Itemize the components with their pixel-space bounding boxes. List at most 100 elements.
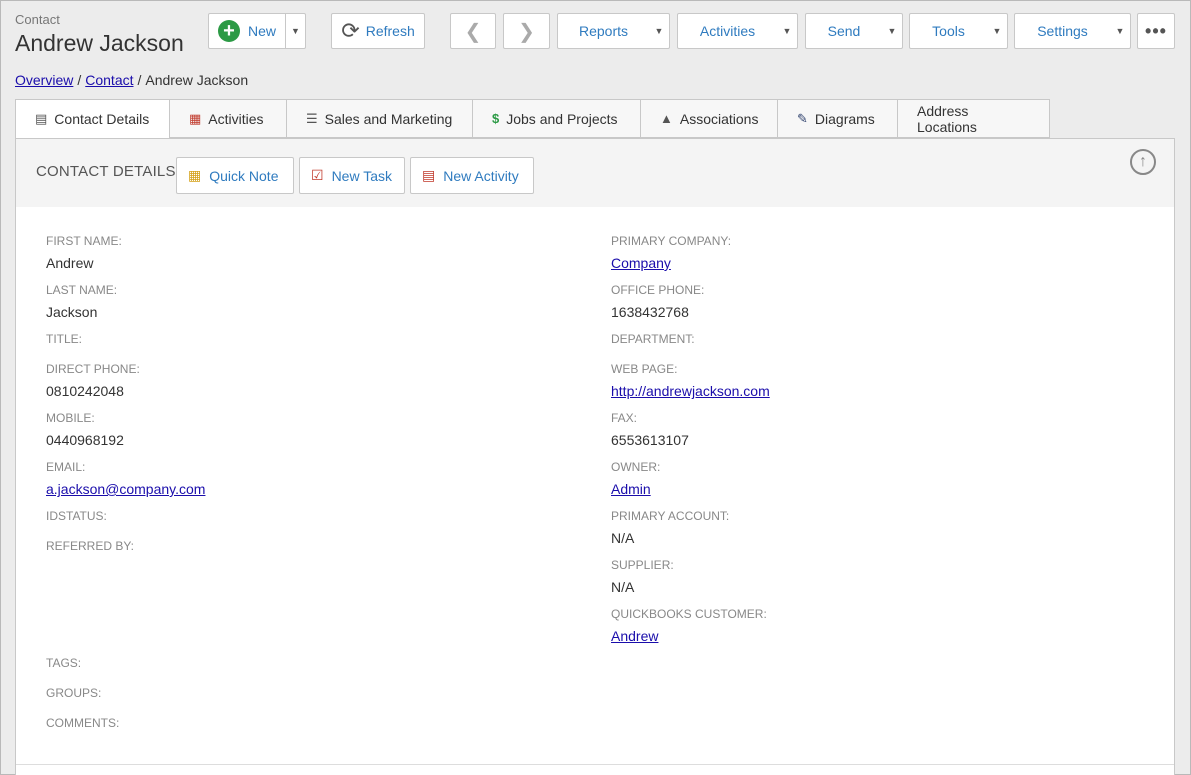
primary-company-link[interactable]: Company (611, 254, 731, 272)
chevron-right-icon: ❯ (518, 20, 535, 43)
divider (16, 764, 1174, 765)
next-record-button[interactable]: ❯ (503, 13, 550, 49)
tools-button-label: Tools (932, 23, 965, 39)
chevron-down-icon: ▼ (1115, 26, 1125, 36)
tools-button-main[interactable]: Tools (910, 14, 987, 48)
quickbooks-customer-field: QUICKBOOKS CUSTOMER: Andrew (611, 607, 767, 645)
breadcrumb-overview-link[interactable]: Overview (15, 72, 73, 88)
coins-icon: ☰ (306, 110, 318, 126)
groups-field: GROUPS: (46, 686, 101, 700)
new-activity-label: New Activity (443, 167, 519, 184)
field-label: EMAIL: (46, 460, 86, 474)
breadcrumb-contact-link[interactable]: Contact (85, 72, 133, 88)
tab-address-locations[interactable]: Address Locations (898, 99, 1050, 138)
owner-link[interactable]: Admin (611, 480, 660, 498)
page-title: Andrew Jackson (15, 30, 184, 56)
field-label: WEB PAGE: (611, 362, 678, 376)
field-label: IDSTATUS: (46, 509, 107, 523)
tab-label: Jobs and Projects (506, 110, 618, 127)
chevron-left-icon: ❮ (464, 20, 482, 43)
tab-associations[interactable]: ▲ Associations (641, 99, 778, 138)
field-label: OFFICE PHONE: (611, 283, 705, 297)
department-field: DEPARTMENT: (611, 332, 695, 346)
record-tabs: ▤ Contact Details ▦ Activities ☰ Sales a… (15, 99, 1050, 139)
field-value: 6553613107 (611, 432, 689, 448)
contact-details-panel: CONTACT DETAILS ▦ Quick Note ☑ New Task … (15, 138, 1175, 775)
hierarchy-icon: ▲ (660, 111, 673, 126)
breadcrumb: Overview / Contact / Andrew Jackson (15, 72, 248, 88)
contact-card-icon: ▤ (35, 111, 48, 126)
clipboard-icon: ☑ (311, 167, 324, 183)
field-label: GROUPS: (46, 686, 102, 700)
field-label: DIRECT PHONE: (46, 362, 140, 376)
quickbooks-customer-link[interactable]: Andrew (611, 627, 767, 645)
direct-phone-field: DIRECT PHONE: 0810242048 (46, 362, 140, 400)
quick-note-label: Quick Note (209, 167, 279, 184)
field-label: PRIMARY COMPANY: (611, 234, 732, 248)
new-dropdown-toggle[interactable]: ▼ (285, 14, 305, 48)
tab-diagrams[interactable]: ✎ Diagrams (778, 99, 898, 138)
tab-label: Sales and Marketing (324, 110, 453, 127)
last-name-field: LAST NAME: Jackson (46, 283, 117, 321)
email-field: EMAIL: a.jackson@company.com (46, 460, 205, 498)
new-button-label: New (247, 23, 276, 39)
breadcrumb-separator: / (137, 72, 142, 88)
new-activity-button[interactable]: ▤ New Activity (410, 157, 534, 194)
chevron-down-icon: ▼ (887, 26, 897, 36)
comments-field: COMMENTS: (46, 716, 119, 730)
field-label: LAST NAME: (46, 283, 118, 297)
reports-button[interactable]: Reports ▼ (557, 13, 670, 49)
settings-button[interactable]: Settings ▼ (1014, 13, 1131, 49)
referred-by-field: REFERRED BY: (46, 539, 134, 553)
mobile-field: MOBILE: 0440968192 (46, 411, 124, 449)
field-value: 0810242048 (46, 383, 124, 399)
more-dots-icon: ••• (1145, 20, 1167, 41)
previous-record-button[interactable]: ❮ (450, 13, 496, 49)
field-label: OWNER: (611, 460, 661, 474)
tools-button[interactable]: Tools ▼ (909, 13, 1008, 49)
office-phone-field: OFFICE PHONE: 1638432768 (611, 283, 704, 321)
tab-activities[interactable]: ▦ Activities (170, 99, 287, 138)
send-button[interactable]: Send ▼ (805, 13, 903, 49)
field-label: QUICKBOOKS CUSTOMER: (611, 607, 767, 621)
tags-field: TAGS: (46, 656, 81, 670)
tab-jobs-and-projects[interactable]: $ Jobs and Projects (473, 99, 641, 138)
fax-field: FAX: 6553613107 (611, 411, 689, 449)
field-label: FIRST NAME: (46, 234, 122, 248)
web-page-link[interactable]: http://andrewjackson.com (611, 382, 770, 400)
note-icon: ▦ (188, 167, 202, 183)
field-value: N/A (611, 579, 635, 595)
refresh-button[interactable]: ⟳ Refresh (331, 13, 425, 49)
activities-button-main[interactable]: Activities (678, 14, 777, 48)
breadcrumb-current: Andrew Jackson (145, 72, 249, 88)
settings-button-main[interactable]: Settings (1015, 14, 1110, 48)
send-button-main[interactable]: Send (806, 14, 882, 48)
new-task-label: New Task (331, 167, 392, 184)
plus-circle-icon: + (217, 20, 240, 42)
title-field: TITLE: (46, 332, 82, 346)
field-label: TITLE: (46, 332, 83, 346)
reports-button-label: Reports (578, 23, 629, 39)
tab-contact-details[interactable]: ▤ Contact Details (15, 99, 170, 139)
primary-account-field: PRIMARY ACCOUNT: N/A (611, 509, 729, 547)
new-task-button[interactable]: ☑ New Task (299, 157, 405, 194)
record-header: Contact Andrew Jackson (15, 12, 184, 58)
tab-label: Activities (208, 110, 264, 127)
field-value: Andrew (46, 255, 94, 271)
field-value: 1638432768 (611, 304, 689, 320)
field-label: PRIMARY ACCOUNT: (611, 509, 730, 523)
pencil-icon: ✎ (797, 110, 808, 126)
activities-button[interactable]: Activities ▼ (677, 13, 798, 49)
quick-note-button[interactable]: ▦ Quick Note (176, 157, 294, 194)
more-options-button[interactable]: ••• (1137, 13, 1175, 49)
email-link[interactable]: a.jackson@company.com (46, 480, 205, 498)
field-label: FAX: (611, 411, 638, 425)
first-name-field: FIRST NAME: Andrew (46, 234, 122, 272)
reports-button-main[interactable]: Reports (558, 14, 649, 48)
chevron-down-icon: ▼ (992, 26, 1002, 36)
tab-sales-and-marketing[interactable]: ☰ Sales and Marketing (287, 99, 473, 138)
new-button[interactable]: + New (209, 14, 285, 48)
field-value: 0440968192 (46, 432, 124, 448)
collapse-up-icon[interactable]: ↑ (1130, 149, 1156, 175)
tab-label: Associations (679, 110, 759, 127)
